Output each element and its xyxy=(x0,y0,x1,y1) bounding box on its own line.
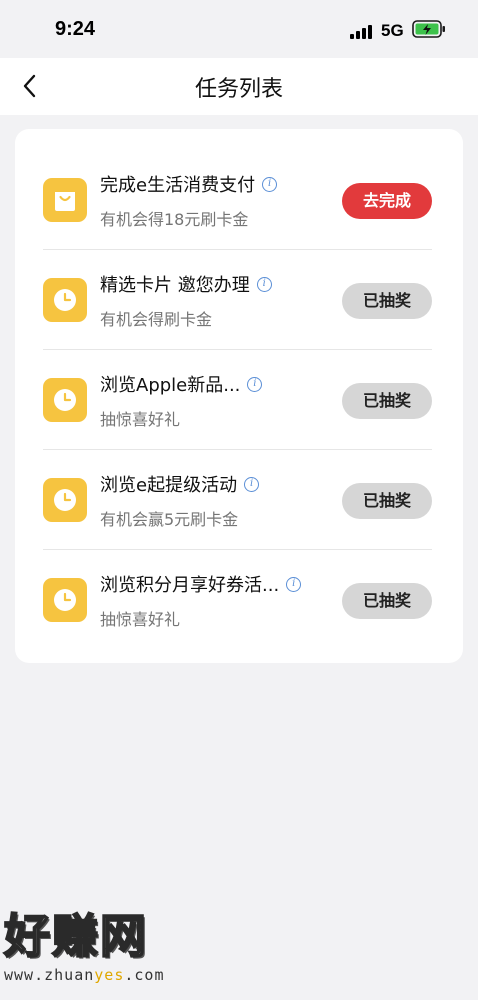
task-title: 精选卡片 邀您办理 xyxy=(100,275,250,296)
task-subtitle: 有机会赢5元刷卡金 xyxy=(100,510,239,529)
info-icon[interactable]: i xyxy=(286,576,302,592)
drawn-status-button[interactable]: 已抽奖 xyxy=(342,383,432,419)
task-subtitle: 有机会得18元刷卡金 xyxy=(100,210,249,229)
status-bar: 9:24 5G xyxy=(0,0,478,58)
navigation-bar: 任务列表 xyxy=(0,58,478,115)
watermark-url-highlight: yes xyxy=(94,966,125,984)
task-title: 浏览积分月享好券活... xyxy=(100,575,280,596)
task-title: 完成e生活消费支付 xyxy=(100,175,256,196)
task-title: 浏览e起提级活动 xyxy=(100,475,238,496)
info-icon[interactable]: i xyxy=(247,376,263,392)
shopping-bag-icon xyxy=(43,178,87,222)
watermark-url: www.zhuanyes.com xyxy=(4,966,204,984)
task-row: 完成e生活消费支付 i 有机会得18元刷卡金 去完成 xyxy=(43,150,432,250)
info-icon[interactable]: i xyxy=(262,176,278,192)
clock-icon xyxy=(43,378,87,422)
clock-icon xyxy=(43,478,87,522)
task-row: 浏览Apple新品... i 抽惊喜好礼 已抽奖 xyxy=(43,350,432,450)
task-row: 浏览e起提级活动 i 有机会赢5元刷卡金 已抽奖 xyxy=(43,450,432,550)
clock-icon xyxy=(43,278,87,322)
page-title: 任务列表 xyxy=(194,77,283,102)
drawn-status-button[interactable]: 已抽奖 xyxy=(342,483,432,519)
task-row: 精选卡片 邀您办理 i 有机会得刷卡金 已抽奖 xyxy=(43,250,432,350)
drawn-status-button[interactable]: 已抽奖 xyxy=(342,283,432,319)
watermark: 好赚网 www.zhuanyes.com xyxy=(3,908,204,993)
info-icon[interactable]: i xyxy=(256,276,272,292)
task-subtitle: 抽惊喜好礼 xyxy=(100,410,181,429)
task-subtitle: 有机会得刷卡金 xyxy=(100,310,213,329)
task-row: 浏览积分月享好券活... i 抽惊喜好礼 已抽奖 xyxy=(43,550,432,650)
clock-icon xyxy=(43,578,87,622)
watermark-url-suffix: .com xyxy=(124,966,165,984)
drawn-status-button[interactable]: 已抽奖 xyxy=(342,583,432,619)
watermark-url-prefix: www.zhuan xyxy=(4,966,95,984)
task-title: 浏览Apple新品... xyxy=(100,375,241,396)
watermark-title: 好赚网 xyxy=(3,908,148,964)
info-icon[interactable]: i xyxy=(244,476,260,492)
status-time: 9:24 xyxy=(55,18,96,40)
complete-task-button[interactable]: 去完成 xyxy=(342,183,432,219)
network-type: 5G xyxy=(381,21,404,40)
cellular-signal-icon xyxy=(350,24,374,43)
task-list-card: 完成e生活消费支付 i 有机会得18元刷卡金 去完成 精选卡片 邀您办理 i 有… xyxy=(15,129,463,663)
task-subtitle: 抽惊喜好礼 xyxy=(100,610,181,629)
battery-charging-icon xyxy=(412,20,446,42)
